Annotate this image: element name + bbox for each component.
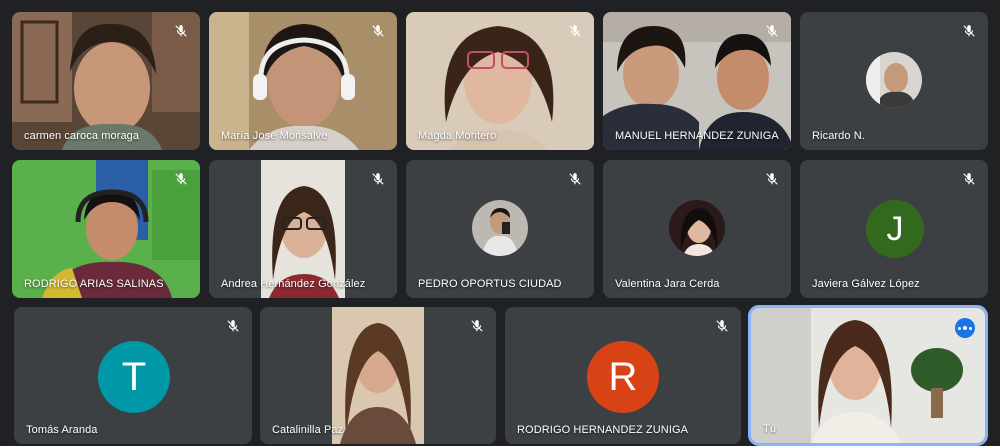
mic-off-icon [566,170,584,188]
participant-tile-andrea[interactable]: Andrea Hernández González [209,160,397,298]
mic-off-icon [172,170,190,188]
mic-off-icon [713,317,731,335]
participant-name: RODRIGO HERNANDEZ ZUNIGA [517,424,689,436]
participant-tile-manuel[interactable]: MANUEL HERNANDEZ ZUNIGA [603,12,791,150]
participant-avatar: T [98,341,170,413]
participant-video [751,308,985,443]
participant-avatar: R [587,341,659,413]
mic-off-icon [763,170,781,188]
mic-off-icon [369,170,387,188]
mic-off-icon [960,22,978,40]
participant-avatar: J [866,200,924,258]
participant-tile-pedro[interactable]: PEDRO OPORTUS CIUDAD [406,160,594,298]
participant-name: Valentina Jara Cerda [615,278,720,290]
participant-tile-rodrigo-arias[interactable]: RODRIGO ARIAS SALINAS [12,160,200,298]
participant-tile-javiera[interactable]: J Javiera Gálvez López [800,160,988,298]
participant-tile-magda[interactable]: Magda Montero [406,12,594,150]
participant-name: RODRIGO ARIAS SALINAS [24,278,164,290]
mic-off-icon [566,22,584,40]
mic-off-icon [172,22,190,40]
participant-name: PEDRO OPORTUS CIUDAD [418,278,562,290]
mic-off-icon [960,170,978,188]
participant-tile-valentina[interactable]: Valentina Jara Cerda [603,160,791,298]
participant-tile-ricardo[interactable]: Ricardo N. [800,12,988,150]
participant-name: María José Monsalve [221,130,328,142]
mic-off-icon [763,22,781,40]
mic-off-icon [369,22,387,40]
participant-name: Tú [763,423,777,435]
participant-name: Magda Montero [418,130,497,142]
participant-avatar [866,52,922,108]
participant-name: carmen caroca moraga [24,130,140,142]
participant-name: Ricardo N. [812,130,865,142]
participant-tile-carmen[interactable]: carmen caroca moraga [12,12,200,150]
participant-tile-catalinilla[interactable]: Catalinilla Paz [260,307,496,444]
participant-name: MANUEL HERNANDEZ ZUNIGA [615,130,779,142]
participant-avatar [472,200,528,256]
participant-name: Tomás Aranda [26,424,98,436]
participant-name: Andrea Hernández González [221,278,366,290]
participant-tile-tomas[interactable]: T Tomás Aranda [14,307,252,444]
audio-level-icon [955,318,975,338]
mic-off-icon [224,317,242,335]
mic-off-icon [468,317,486,335]
participant-avatar [669,200,725,256]
participant-tile-maria-jose[interactable]: María José Monsalve [209,12,397,150]
participant-name: Javiera Gálvez López [812,278,920,290]
participant-name: Catalinilla Paz [272,424,344,436]
participant-tile-self[interactable]: Tú [748,305,988,446]
participant-tile-rodrigo-hernandez[interactable]: R RODRIGO HERNANDEZ ZUNIGA [505,307,741,444]
